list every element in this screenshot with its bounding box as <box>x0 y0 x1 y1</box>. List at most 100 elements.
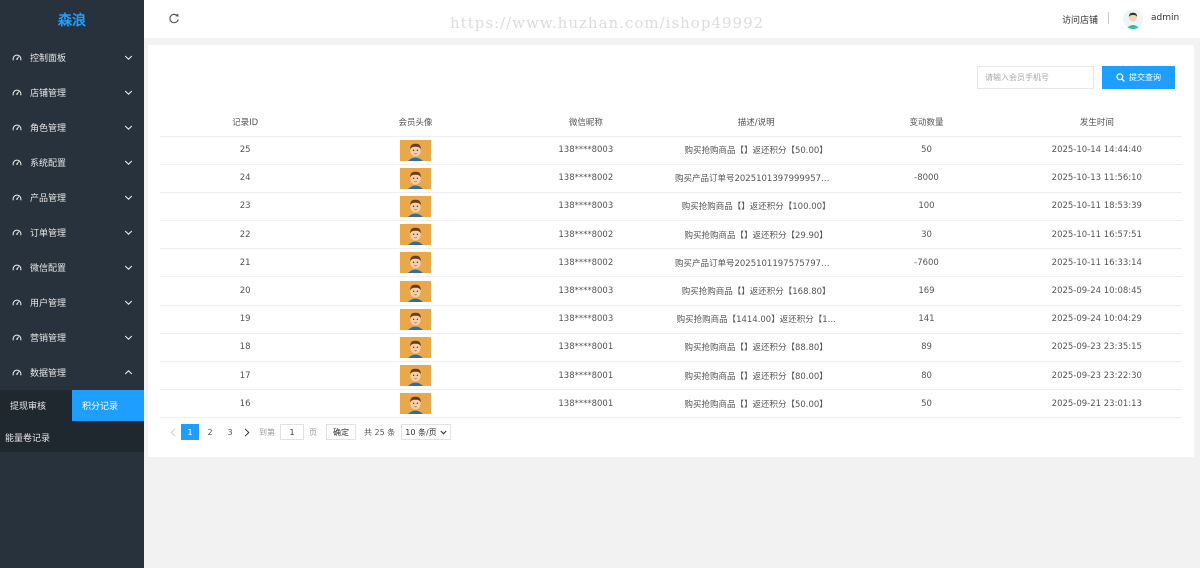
cell-nickname: 138****8002 <box>500 164 671 193</box>
dashboard-icon <box>12 264 22 270</box>
sidebar-item-system[interactable]: 系统配置 <box>0 145 144 180</box>
chevron-down-icon <box>124 55 133 60</box>
goto-confirm-button[interactable]: 确定 <box>326 424 356 440</box>
chevron-left-icon <box>170 427 176 437</box>
sidebar-item-label: 控制面板 <box>30 54 67 64</box>
member-avatar[interactable] <box>399 336 431 358</box>
username-label[interactable]: admin <box>1151 13 1179 23</box>
cell-time: 2025-09-23 23:22:30 <box>1011 361 1182 391</box>
page-size-select[interactable]: 10 条/页 <box>401 424 451 440</box>
chevron-right-icon <box>244 427 250 437</box>
sidebar-item-label: 角色管理 <box>30 124 67 134</box>
dashboard-icon <box>12 229 22 235</box>
sidebar-item-label: 订单管理 <box>30 229 67 239</box>
sidebar-item-data[interactable]: 数据管理 <box>0 355 144 390</box>
cell-nickname: 138****8001 <box>500 389 671 419</box>
chevron-down-icon <box>440 430 447 435</box>
cell-time: 2025-10-13 11:56:10 <box>1011 164 1182 193</box>
member-avatar[interactable] <box>399 252 431 274</box>
page-2-button[interactable]: 2 <box>201 424 219 440</box>
dashboard-icon <box>12 369 22 375</box>
sidebar-item-label: 产品管理 <box>30 194 67 204</box>
subnav-item-withdraw-review[interactable]: 提现审核 <box>0 390 72 421</box>
member-avatar-icon <box>399 393 431 415</box>
search-icon <box>1116 73 1125 82</box>
goto-label: 到第 <box>259 427 275 437</box>
refresh-icon[interactable] <box>168 13 180 25</box>
cell-record-id: 25 <box>160 136 331 165</box>
table-row: 18 138****8001 购买抢购商品【】返还积分【88.80】 89 2025-0… <box>160 333 1182 363</box>
page-1-button[interactable]: 1 <box>181 424 199 440</box>
member-avatar-icon <box>399 139 431 161</box>
member-avatar[interactable] <box>399 139 431 161</box>
member-avatar[interactable] <box>399 195 431 217</box>
member-avatar[interactable] <box>399 167 431 189</box>
cell-nickname: 138****8003 <box>500 192 671 222</box>
cell-description: 购买产品订单号2025101197575797消... <box>670 248 842 278</box>
chevron-down-icon <box>124 90 133 95</box>
column-header-change[interactable]: 变动数量 <box>841 108 1012 137</box>
column-header-avatar[interactable]: 会员头像 <box>330 108 501 137</box>
member-avatar[interactable] <box>399 280 431 302</box>
cell-time: 2025-10-11 18:53:39 <box>1011 192 1182 222</box>
subnav-item-points-record[interactable]: 积分记录 <box>72 390 144 421</box>
member-avatar[interactable] <box>399 224 431 246</box>
member-avatar[interactable] <box>399 308 431 330</box>
sidebar-item-dashboard[interactable]: 控制面板 <box>0 40 144 75</box>
cell-avatar <box>330 305 501 334</box>
cell-time: 2025-09-24 10:04:29 <box>1011 305 1182 334</box>
column-header-record-id[interactable]: 记录ID <box>160 108 331 137</box>
header-divider <box>1108 12 1109 24</box>
main-card: 提交查询 记录ID 会员头像 微信昵称 描述/说明 变动数量 发生时间 2513… <box>148 45 1194 457</box>
sidebar-item-product[interactable]: 产品管理 <box>0 180 144 215</box>
cell-nickname: 138****8003 <box>500 305 671 334</box>
pagination: 1 2 3 到第 页 确定 共 25 条 10 条/页 <box>166 424 451 440</box>
column-header-time[interactable]: 发生时间 <box>1011 108 1182 137</box>
cell-time: 2025-10-14 14:44:40 <box>1011 136 1182 165</box>
cell-nickname: 138****8002 <box>500 220 671 250</box>
sidebar-item-user[interactable]: 用户管理 <box>0 285 144 320</box>
cell-record-id: 23 <box>160 192 331 222</box>
visit-store-link[interactable]: 访问店铺 <box>1062 13 1098 26</box>
brand-logo[interactable]: 森浪 <box>0 0 144 40</box>
prev-page-button[interactable] <box>166 424 180 440</box>
cell-time: 2025-09-21 23:01:13 <box>1011 389 1182 419</box>
page-unit-label: 页 <box>309 427 317 437</box>
page-3-button[interactable]: 3 <box>221 424 239 440</box>
sidebar-item-marketing[interactable]: 营销管理 <box>0 320 144 355</box>
table-body: 25 138****8003 购买抢购商品【】返还积分【50.00】 50 2025-1… <box>160 136 1182 419</box>
cell-change: -8000 <box>841 164 1012 193</box>
subnav-item-energy-voucher-record[interactable]: 能量卷记录 <box>0 421 144 453</box>
table-header-row: 记录ID 会员头像 微信昵称 描述/说明 变动数量 发生时间 <box>160 108 1182 137</box>
watermark-url: https://www.huzhan.com/ishop49992 <box>450 14 765 32</box>
sidebar-item-order[interactable]: 订单管理 <box>0 215 144 250</box>
sidebar-item-role[interactable]: 角色管理 <box>0 110 144 145</box>
sidebar-item-store[interactable]: 店铺管理 <box>0 75 144 110</box>
next-page-button[interactable] <box>240 424 254 440</box>
cell-change: 80 <box>841 361 1012 391</box>
submit-query-button[interactable]: 提交查询 <box>1102 66 1175 89</box>
goto-page-input[interactable] <box>280 424 304 440</box>
cell-record-id: 20 <box>160 276 331 306</box>
phone-search-input[interactable] <box>977 66 1094 89</box>
sidebar-item-wechat[interactable]: 微信配置 <box>0 250 144 285</box>
member-avatar[interactable] <box>399 393 431 415</box>
sidebar-item-label: 营销管理 <box>30 334 67 344</box>
cell-description: 购买抢购商品【】返还积分【100.00】 <box>670 192 842 222</box>
column-header-nickname[interactable]: 微信昵称 <box>500 108 671 137</box>
top-header: https://www.huzhan.com/ishop49992 访问店铺 a… <box>144 0 1200 38</box>
cell-record-id: 16 <box>160 389 331 419</box>
user-avatar[interactable] <box>1123 9 1143 29</box>
cell-avatar <box>330 389 501 419</box>
cell-nickname: 138****8001 <box>500 333 671 363</box>
cell-time: 2025-09-23 23:35:15 <box>1011 333 1182 363</box>
cell-record-id: 19 <box>160 305 331 334</box>
member-avatar[interactable] <box>399 365 431 387</box>
chevron-down-icon <box>124 335 133 340</box>
cell-change: 50 <box>841 136 1012 165</box>
cell-description: 购买抢购商品【】返还积分【168.80】 <box>670 276 842 306</box>
member-avatar-icon <box>399 365 431 387</box>
cell-nickname: 138****8001 <box>500 361 671 391</box>
column-header-description[interactable]: 描述/说明 <box>670 108 842 137</box>
cell-nickname: 138****8002 <box>500 248 671 278</box>
